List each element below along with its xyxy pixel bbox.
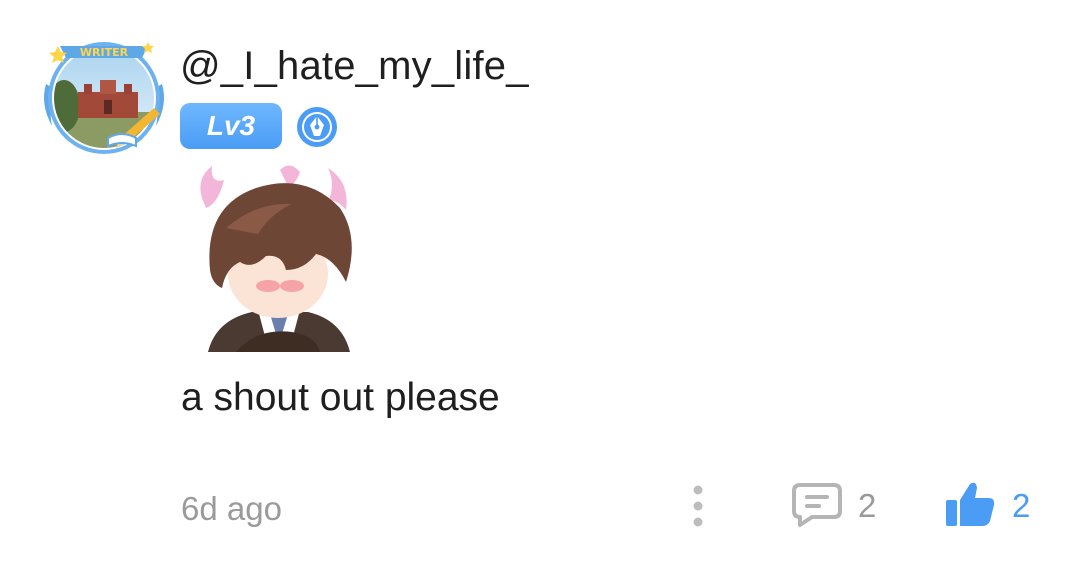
comment-text: a shout out please xyxy=(181,376,500,419)
avatar[interactable]: WRITER xyxy=(38,34,170,158)
thumbs-up-icon xyxy=(944,480,996,533)
comment-item: WRITER @_I_hate_my_life_ Lv3 a shout out… xyxy=(0,0,1080,588)
like-button[interactable]: 2 xyxy=(944,478,1030,534)
comment-icon xyxy=(790,479,844,534)
pen-nib-badge-icon xyxy=(296,106,338,148)
level-badge: Lv3 xyxy=(180,103,282,149)
more-vertical-icon[interactable] xyxy=(686,484,710,528)
avatar-frame-text: WRITER xyxy=(80,46,129,59)
sticker-image xyxy=(196,158,362,352)
timestamp: 6d ago xyxy=(181,490,282,527)
username[interactable]: @_I_hate_my_life_ xyxy=(180,44,529,89)
avatar-image: WRITER xyxy=(44,42,164,154)
like-count: 2 xyxy=(1012,487,1031,524)
reply-count: 2 xyxy=(858,487,877,524)
reply-button[interactable]: 2 xyxy=(790,478,876,534)
